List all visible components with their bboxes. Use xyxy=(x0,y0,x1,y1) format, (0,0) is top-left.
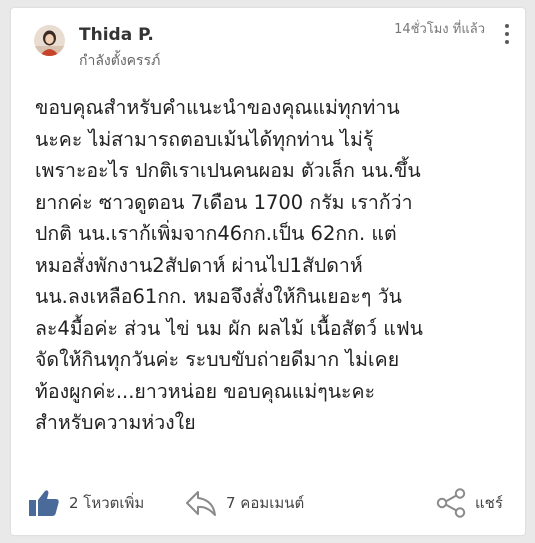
avatar[interactable] xyxy=(34,25,65,56)
post-body: ขอบคุณสำหรับคำแนะนำของคุณแม่ทุกท่าน นะคะ… xyxy=(35,92,517,439)
thumbs-up-icon xyxy=(29,490,59,516)
avatar-image xyxy=(34,25,65,56)
more-options-button[interactable] xyxy=(503,24,511,50)
author-name[interactable]: Thida P. xyxy=(79,25,154,45)
post-line: ละ4มื้อค่ะ ส่วน ไข่ นม ผัก ผลไม้ เนื้อสั… xyxy=(35,316,424,340)
post-line: จัดให้กินทุกวันค่ะ ระบบขับถ่ายดีมาก ไม่เ… xyxy=(35,348,400,371)
post-card: Thida P. กำลังตั้งครรภ์ 14ชั่วโมง ที่แล้… xyxy=(11,8,525,535)
post-timestamp: 14ชั่วโมง ที่แล้ว xyxy=(394,22,485,37)
post-line: เพราะอะไร ปกติเราเปนคนผอม ตัวเล็ก นน.ขึ้… xyxy=(35,159,421,182)
share-button[interactable]: แชร์ xyxy=(436,483,503,523)
author-status: กำลังตั้งครรภ์ xyxy=(79,53,161,69)
post-line: สำหรับความห่วงใย xyxy=(35,411,196,434)
post-line: ปกติ นน.เราก้เพิ่มจาก46กก.เป็น 62กก. แต่ xyxy=(35,222,397,245)
reply-arrow-icon xyxy=(186,491,216,516)
post-line: นะคะ ไม่สามารถตอบเม้นได้ทุกท่าน ไม่รุ้ xyxy=(35,127,374,151)
post-line: ขอบคุณสำหรับคำแนะนำของคุณแม่ทุกท่าน xyxy=(35,96,400,119)
post-actions: 2 โหวตเพิ่ม 7 คอมเมนต์ แชร์ xyxy=(11,483,525,523)
share-icon xyxy=(436,488,466,518)
more-vertical-icon xyxy=(503,24,511,44)
vote-count-label: 2 โหวตเพิ่ม xyxy=(69,494,145,512)
share-label: แชร์ xyxy=(475,494,503,512)
vote-button[interactable]: 2 โหวตเพิ่ม xyxy=(28,483,144,523)
post-line: หมอสั่งพักงาน2สัปดาห์ ผ่านไป1สัปดาห์ xyxy=(35,253,363,277)
post-line: นน.ลงเหลือ61กก. หมอจึงสั่งให้กินเยอะๆ วั… xyxy=(35,285,402,308)
post-line: ท้องผูกค่ะ...ยาวหน่อย ขอบคุณแม่ๆนะคะ xyxy=(35,379,376,403)
post-line: ยากค่ะ ซาวดูตอน 7เดือน 1700 กรัม เราก้ว่… xyxy=(35,190,413,214)
comment-count-label: 7 คอมเมนต์ xyxy=(226,494,305,512)
comment-button[interactable]: 7 คอมเมนต์ xyxy=(185,483,304,523)
